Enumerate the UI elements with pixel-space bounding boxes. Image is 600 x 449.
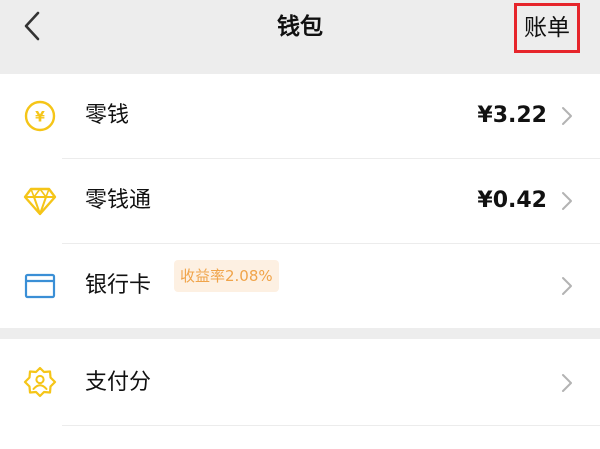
bank-card-icon [22, 268, 58, 304]
payscore-badge-icon [22, 365, 58, 401]
balance-value: ¥3.22 [477, 103, 547, 128]
svg-text:¥: ¥ [35, 110, 45, 126]
list-item-label: 支付分 [85, 370, 152, 395]
list-item-label: 银行卡 [85, 273, 152, 298]
chevron-right-icon [562, 107, 572, 125]
yield-rate-badge: 收益率2.08% [174, 260, 279, 292]
chevron-right-icon [562, 374, 572, 392]
top-bar: 钱包 账单 [0, 0, 600, 74]
divider [62, 425, 600, 426]
chevron-right-icon [562, 277, 572, 295]
payscore-group: 支付分 [0, 339, 600, 449]
list-item-change[interactable]: ¥ 零钱 ¥3.22 [0, 74, 600, 158]
list-item-label: 零钱 [85, 103, 130, 128]
bill-button[interactable]: 账单 [514, 3, 580, 53]
yuan-coin-icon: ¥ [22, 98, 58, 134]
list-item-label: 零钱通 [85, 188, 152, 213]
back-button[interactable] [16, 10, 48, 42]
list-item-bank-card[interactable]: 银行卡 [0, 244, 600, 328]
list-item-payscore[interactable]: 支付分 [0, 341, 600, 425]
bill-button-label: 账单 [524, 14, 570, 41]
chevron-left-icon [24, 11, 40, 41]
wallet-group: ¥ 零钱 ¥3.22 零钱通 ¥0.42 银行卡 收益率2.08% [0, 74, 600, 328]
balance-value: ¥0.42 [477, 188, 547, 213]
diamond-icon [22, 183, 58, 219]
list-item-lingqiantong[interactable]: 零钱通 ¥0.42 [0, 159, 600, 243]
page-title: 钱包 [277, 14, 323, 40]
chevron-right-icon [562, 192, 572, 210]
